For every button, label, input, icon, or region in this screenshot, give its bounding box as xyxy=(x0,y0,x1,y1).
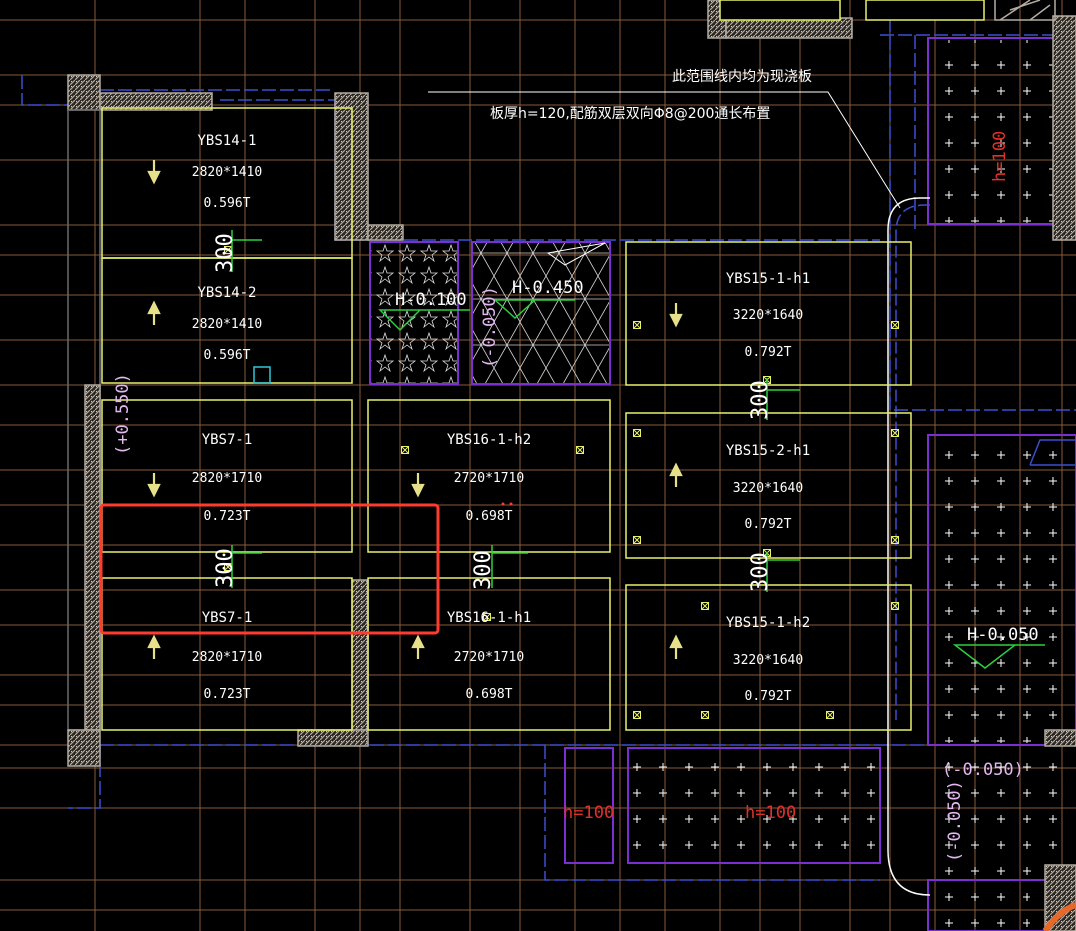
elev-wet2: H-0.450 xyxy=(512,278,584,298)
slab-weight-label: 0.596T xyxy=(204,348,251,363)
slab-name-label: YBS14-1 xyxy=(197,133,256,149)
selection-highlight-box[interactable] xyxy=(99,503,440,635)
joint-dim-4: 300 xyxy=(748,380,773,420)
slab-ybs16-1-h2[interactable]: YBS16-1-h2 2720*1710 0.698T xyxy=(411,432,531,524)
slab-size-label: 3220*1640 xyxy=(733,308,803,323)
joint-dim-5: 300 xyxy=(748,552,773,592)
direction-up-arrow-icon xyxy=(147,634,161,659)
thickness-top-right: h=100 xyxy=(990,131,1010,182)
lifting-point-mark xyxy=(401,446,409,454)
cast-in-place-region-bottom-corner xyxy=(930,882,1030,931)
direction-down-arrow-icon xyxy=(147,473,161,498)
axis-grid xyxy=(0,0,1076,931)
elev-wet1: H-0.100 xyxy=(395,290,467,310)
lifting-point-mark xyxy=(701,602,709,610)
slab-ybs15-2-h1[interactable]: YBS15-2-h1 3220*1640 0.792T xyxy=(669,443,810,532)
lifting-point-mark xyxy=(633,321,641,329)
elev-right: H-0.050 xyxy=(967,625,1039,645)
curved-edge xyxy=(887,197,931,896)
elev-left-paren: (+0.550) xyxy=(113,373,133,455)
direction-down-arrow-icon xyxy=(147,160,161,185)
slab-ybs7-1-bottom[interactable]: YBS7-1 2820*1710 0.723T xyxy=(147,610,262,702)
lifting-point-mark xyxy=(633,429,641,437)
slab-name-label: YBS16-1-h1 xyxy=(447,610,531,626)
slab-ybs15-1-h2[interactable]: YBS15-1-h2 3220*1640 0.792T xyxy=(669,615,810,704)
joint-dim-3: 300 xyxy=(471,550,496,590)
lifting-point-mark xyxy=(891,321,899,329)
slab-weight-label: 0.792T xyxy=(745,345,792,360)
cad-drawing-canvas[interactable]: 此范围线内均为现浇板 板厚h=120,配筋双层双向Φ8@200通长布置 YBS1… xyxy=(0,0,1076,931)
elev-wet2-paren: (-0.050) xyxy=(480,286,500,368)
joint-dim-2: 300 xyxy=(213,548,238,588)
red-dot-2 xyxy=(509,502,513,506)
slab-weight-label: 0.698T xyxy=(466,509,513,524)
slab-weight-label: 0.596T xyxy=(204,196,251,211)
direction-up-arrow-icon xyxy=(411,634,425,659)
note-line-1: 此范围线内均为现浇板 xyxy=(672,68,812,85)
slab-size-label: 2820*1410 xyxy=(192,317,262,332)
cyan-marker xyxy=(253,366,271,384)
direction-up-arrow-icon xyxy=(147,300,161,325)
slab-name-label: YBS7-1 xyxy=(202,432,253,448)
slab-weight-label: 0.792T xyxy=(745,689,792,704)
slab-name-label: YBS7-1 xyxy=(202,610,253,626)
beam-lines xyxy=(21,0,1076,881)
thickness-bottom-mid: h=100 xyxy=(745,803,796,823)
slab-weight-label: 0.792T xyxy=(745,517,792,532)
lifting-point-mark xyxy=(891,429,899,437)
slab-size-label: 3220*1640 xyxy=(733,481,803,496)
red-dot-1 xyxy=(501,502,505,506)
joint-dim-1: 300 xyxy=(213,233,238,273)
direction-up-arrow-icon xyxy=(669,634,683,659)
direction-down-arrow-icon xyxy=(411,473,425,498)
slab-weight-label: 0.723T xyxy=(204,509,251,524)
cast-in-place-region-right xyxy=(930,437,1075,743)
slab-ybs14-1[interactable]: YBS14-1 2820*1410 0.596T xyxy=(147,133,262,211)
slab-size-label: 3220*1640 xyxy=(733,653,803,668)
lifting-point-mark xyxy=(633,711,641,719)
slab-weight-label: 0.698T xyxy=(466,687,513,702)
slab-ybs15-1-h1[interactable]: YBS15-1-h1 3220*1640 0.792T xyxy=(669,271,810,360)
direction-down-arrow-icon xyxy=(669,303,683,328)
lifting-point-mark xyxy=(891,536,899,544)
slab-ybs16-1-h1[interactable]: YBS16-1-h1 2720*1710 0.698T xyxy=(411,610,531,702)
lifting-point-mark xyxy=(576,446,584,454)
curved-edge-inner xyxy=(895,204,930,720)
lifting-point-mark xyxy=(891,602,899,610)
lifting-point-mark xyxy=(633,536,641,544)
slab-ybs7-1-top[interactable]: YBS7-1 2820*1710 0.723T xyxy=(147,432,262,524)
slab-name-label: YBS16-1-h2 xyxy=(447,432,531,448)
direction-up-arrow-icon xyxy=(669,462,683,487)
slab-size-label: 2820*1710 xyxy=(192,471,262,486)
slab-size-label: 2820*1710 xyxy=(192,650,262,665)
lifting-point-mark xyxy=(826,711,834,719)
thickness-bottom-left: h=100 xyxy=(563,803,614,823)
lifting-point-mark xyxy=(701,711,709,719)
slab-size-label: 2820*1410 xyxy=(192,165,262,180)
elev-right-paren: (-0.050) xyxy=(942,760,1024,780)
slab-ybs14-2[interactable]: YBS14-2 2820*1410 0.596T xyxy=(147,285,262,363)
slab-name-label: YBS15-1-h2 xyxy=(726,615,810,631)
slab-name-label: YBS15-1-h1 xyxy=(726,271,810,287)
slab-name-label: YBS14-2 xyxy=(197,285,256,301)
slab-name-label: YBS15-2-h1 xyxy=(726,443,810,459)
slab-size-label: 2720*1710 xyxy=(454,650,524,665)
slab-weight-label: 0.723T xyxy=(204,687,251,702)
slab-size-label: 2720*1710 xyxy=(454,471,524,486)
elev-right-vertical: (-0.050) xyxy=(945,780,965,862)
note-line-2: 板厚h=120,配筋双层双向Φ8@200通长布置 xyxy=(490,105,770,122)
